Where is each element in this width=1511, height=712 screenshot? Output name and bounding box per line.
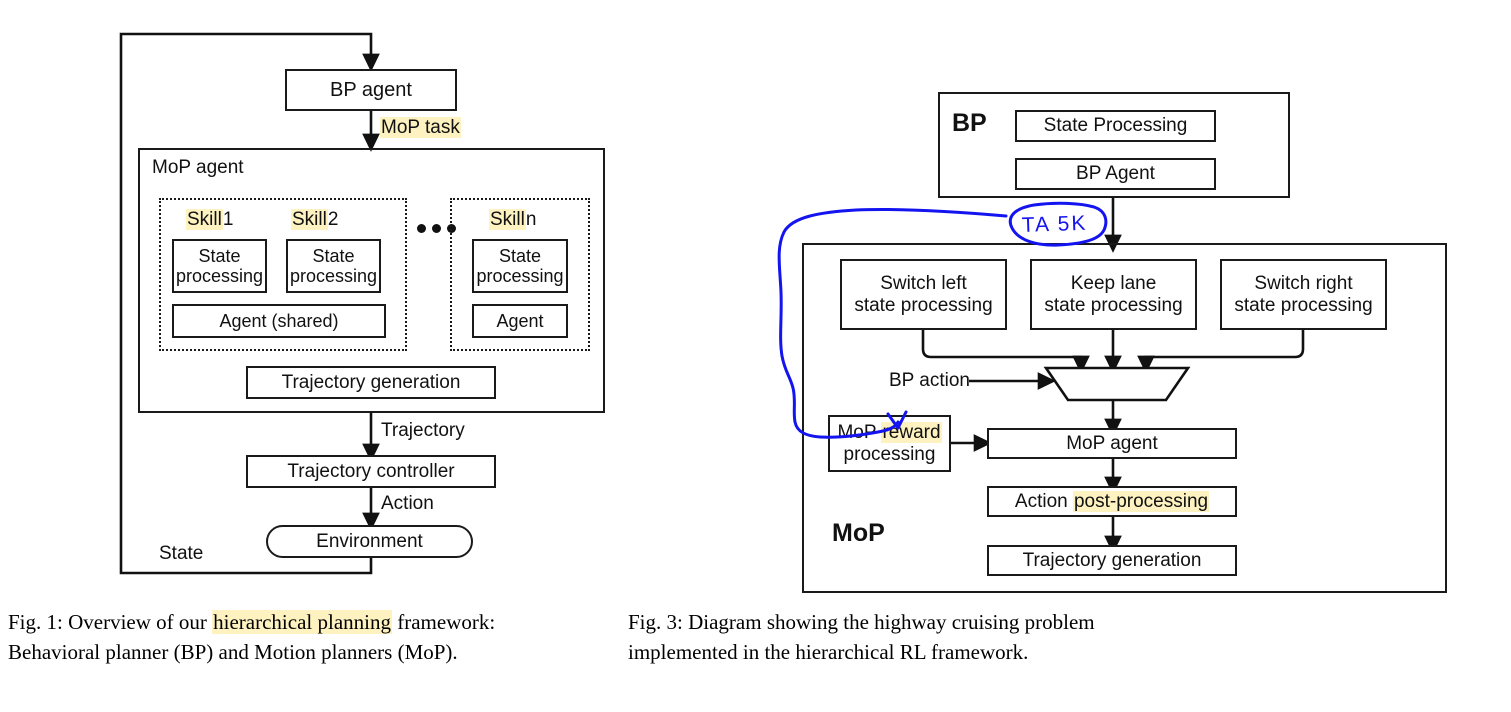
fig1-skill-1-state-processing[interactable]: State processing bbox=[172, 239, 267, 293]
fig3-mop-reward-processing-box[interactable]: MoP reward processing bbox=[828, 415, 951, 472]
fig1-skill-2-word: Skill bbox=[291, 209, 328, 230]
fig3-switch-left-label: Switch left state processing bbox=[854, 273, 993, 316]
fig3-mop-reward-suffix: processing bbox=[843, 443, 936, 465]
fig3-caption-line2: implemented in the hierarchical RL frame… bbox=[628, 639, 1029, 664]
fig3-keep-lane-label: Keep lane state processing bbox=[1044, 273, 1183, 316]
fig1-caption-line2: Behavioral planner (BP) and Motion plann… bbox=[8, 639, 458, 664]
fig1-environment-box[interactable]: Environment bbox=[266, 525, 473, 558]
fig1-caption-highlight: hierarchical planning bbox=[212, 610, 392, 634]
fig3-switch-left-box[interactable]: Switch left state processing bbox=[840, 259, 1007, 330]
fig3-mop-reward-processing-label: MoP reward processing bbox=[837, 422, 942, 465]
fig1-edge-label-trajectory: Trajectory bbox=[381, 420, 465, 441]
fig1-edge-label-state: State bbox=[159, 543, 204, 564]
fig3-bp-agent-box[interactable]: BP Agent bbox=[1015, 158, 1216, 190]
fig3-caption-line1: Fig. 3: Diagram showing the highway crui… bbox=[628, 610, 1095, 634]
fig1-trajectory-controller-box[interactable]: Trajectory controller bbox=[246, 455, 496, 488]
fig3-mop-tag: MoP bbox=[832, 519, 885, 547]
fig1-skill-n-title: Skilln bbox=[489, 209, 537, 231]
fig1-edge-label-action: Action bbox=[381, 493, 434, 514]
fig1-mop-agent-title: MoP agent bbox=[152, 157, 244, 178]
fig3-annotation-ink-circle bbox=[1008, 201, 1108, 247]
fig3-action-post-processing-label: Action post-processing bbox=[1014, 490, 1210, 512]
fig3-mop-agent-box[interactable]: MoP agent bbox=[987, 428, 1237, 459]
fig1-ellipsis-dot-2 bbox=[432, 224, 441, 233]
fig3-trajectory-generation-box[interactable]: Trajectory generation bbox=[987, 545, 1237, 576]
fig1-skill-2-state-processing[interactable]: State processing bbox=[286, 239, 381, 293]
fig1-edge-label-mop-task: MoP task bbox=[380, 117, 461, 139]
fig3-action-post-highlight: post-processing bbox=[1072, 490, 1210, 512]
fig1-skill-n-state-processing[interactable]: State processing bbox=[472, 239, 568, 293]
fig3-caption: Fig. 3: Diagram showing the highway crui… bbox=[628, 608, 1508, 668]
fig1-skill-n-state-processing-label: State processing bbox=[476, 245, 564, 286]
fig1-trajectory-generation-box[interactable]: Trajectory generation bbox=[246, 366, 496, 399]
fig1-skill-2-index: 2 bbox=[327, 209, 339, 230]
fig1-skill-1-index: 1 bbox=[222, 209, 234, 230]
fig3-action-post-prefix: Action bbox=[1014, 490, 1073, 512]
fig3-bp-state-processing-box[interactable]: State Processing bbox=[1015, 110, 1216, 142]
fig3-switch-right-box[interactable]: Switch right state processing bbox=[1220, 259, 1387, 330]
fig1-skill-1-state-processing-label: State processing bbox=[175, 245, 264, 286]
fig1-skill-2-title: Skill2 bbox=[291, 209, 339, 231]
fig3-mop-reward-highlight: reward bbox=[881, 422, 942, 444]
fig1-bp-agent-box[interactable]: BP agent bbox=[285, 69, 457, 111]
fig1-mop-task-text: MoP task bbox=[380, 117, 461, 138]
fig3-bp-action-label: BP action bbox=[889, 370, 970, 391]
fig3-keep-lane-box[interactable]: Keep lane state processing bbox=[1030, 259, 1197, 330]
fig3-mop-reward-prefix: MoP bbox=[837, 422, 882, 444]
fig1-agent-shared-box[interactable]: Agent (shared) bbox=[172, 304, 386, 338]
fig3-annotation-text: TA 5K bbox=[1021, 212, 1087, 237]
fig3-switch-right-label: Switch right state processing bbox=[1234, 273, 1373, 316]
fig1-caption-suffix: framework: bbox=[391, 610, 496, 634]
fig1-ellipsis-dot-1 bbox=[417, 224, 426, 233]
fig1-skill-n-word: Skill bbox=[489, 209, 526, 230]
fig1-caption-prefix: Fig. 1: Overview of our bbox=[8, 610, 213, 634]
fig1-skill-n-index: n bbox=[525, 209, 537, 230]
fig1-skill-1-title: Skill1 bbox=[186, 209, 234, 231]
fig1-skill-1-word: Skill bbox=[186, 209, 223, 230]
fig1-skill-2-state-processing-label: State processing bbox=[289, 245, 378, 286]
fig3-action-post-processing-box[interactable]: Action post-processing bbox=[987, 486, 1237, 517]
fig1-agent-n-box[interactable]: Agent bbox=[472, 304, 568, 338]
fig3-bp-tag: BP bbox=[952, 109, 987, 137]
fig1-caption: Fig. 1: Overview of our hierarchical pla… bbox=[8, 608, 568, 668]
